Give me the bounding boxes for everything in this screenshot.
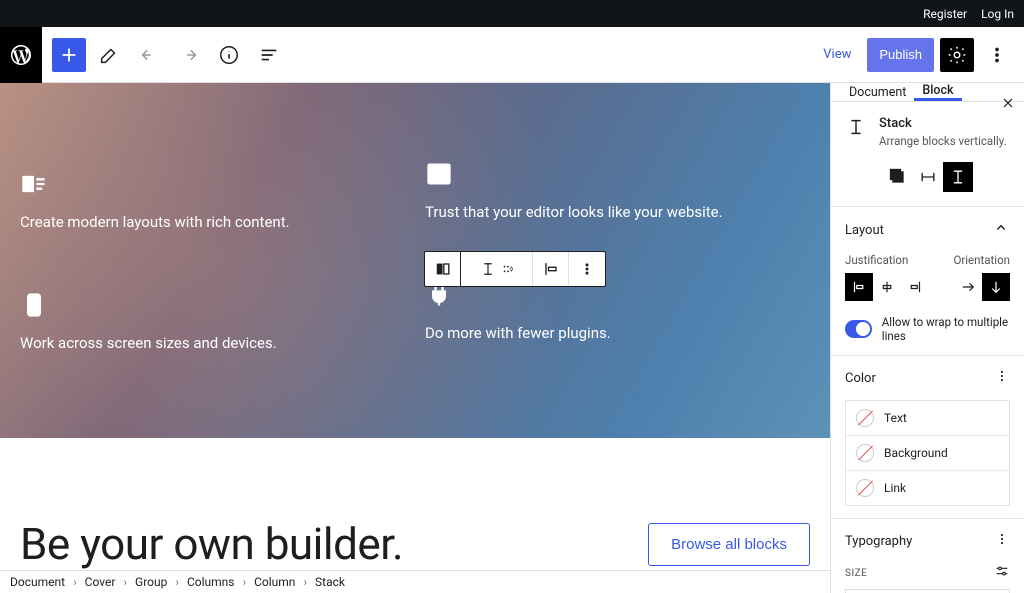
orientation-horizontal-button[interactable] bbox=[954, 273, 982, 301]
block-more-button[interactable] bbox=[569, 252, 605, 286]
settings-button[interactable] bbox=[940, 38, 974, 72]
justify-right-button[interactable] bbox=[901, 273, 929, 301]
color-swatch-icon bbox=[856, 409, 874, 427]
admin-bar: Register Log In bbox=[0, 0, 1024, 27]
typography-panel-header[interactable]: Typography bbox=[845, 531, 1010, 551]
wrap-toggle-label: Allow to wrap to multiple lines bbox=[882, 315, 1010, 343]
breadcrumb-item[interactable]: Column bbox=[254, 575, 295, 589]
typography-panel: Typography SIZE Default bbox=[831, 519, 1024, 593]
image-icon bbox=[425, 160, 453, 188]
block-toolbar bbox=[424, 251, 606, 287]
justification-buttons bbox=[845, 273, 929, 301]
editor-toolbar: View Publish bbox=[0, 27, 1024, 83]
breadcrumb-item[interactable]: Stack bbox=[315, 575, 345, 589]
color-panel-header[interactable]: Color bbox=[845, 368, 1010, 388]
feature-text: Do more with fewer plugins. bbox=[425, 324, 810, 342]
justify-center-button[interactable] bbox=[873, 273, 901, 301]
stack-block-icon bbox=[845, 116, 867, 148]
tab-block[interactable]: Block bbox=[914, 83, 961, 101]
block-title: Stack bbox=[879, 116, 1007, 131]
block-variations bbox=[831, 162, 1024, 207]
color-swatch-icon bbox=[856, 444, 874, 462]
details-button[interactable] bbox=[212, 38, 246, 72]
align-button[interactable] bbox=[533, 252, 569, 286]
justification-label: Justification bbox=[845, 253, 908, 267]
add-block-button[interactable] bbox=[52, 38, 86, 72]
color-background-button[interactable]: Background bbox=[846, 436, 1009, 471]
color-link-button[interactable]: Link bbox=[846, 471, 1009, 505]
feature-card: Trust that your editor looks like your w… bbox=[425, 160, 810, 231]
breadcrumb-item[interactable]: Cover bbox=[85, 575, 116, 589]
block-type-button[interactable] bbox=[425, 252, 461, 286]
undo-button[interactable] bbox=[132, 38, 166, 72]
page-headline: Be your own builder. bbox=[20, 518, 403, 570]
more-options-icon[interactable] bbox=[994, 531, 1010, 551]
list-view-button[interactable] bbox=[252, 38, 286, 72]
close-sidebar-button[interactable] bbox=[1000, 95, 1016, 115]
cover-block[interactable]: Create modern layouts with rich content.… bbox=[0, 83, 830, 438]
font-size-label: SIZE bbox=[845, 568, 867, 579]
orientation-label: Orientation bbox=[953, 253, 1010, 267]
wrap-toggle[interactable] bbox=[845, 320, 872, 338]
color-text-button[interactable]: Text bbox=[846, 401, 1009, 436]
edit-mode-button[interactable] bbox=[92, 38, 126, 72]
layout-variation-button[interactable] bbox=[461, 252, 533, 286]
browse-blocks-button[interactable]: Browse all blocks bbox=[648, 523, 810, 566]
breadcrumb-item[interactable]: Group bbox=[135, 575, 167, 589]
color-panel: Color Text Background Link bbox=[831, 356, 1024, 519]
variation-stack[interactable] bbox=[943, 162, 973, 192]
feature-card: Create modern layouts with rich content. bbox=[20, 170, 405, 231]
block-description: Arrange blocks vertically. bbox=[879, 134, 1007, 148]
block-card: Stack Arrange blocks vertically. bbox=[831, 102, 1024, 162]
more-options-icon[interactable] bbox=[994, 368, 1010, 388]
tab-document[interactable]: Document bbox=[841, 83, 914, 101]
register-link[interactable]: Register bbox=[923, 7, 967, 21]
variation-group[interactable] bbox=[883, 162, 913, 192]
feature-text: Create modern layouts with rich content. bbox=[20, 213, 405, 231]
wordpress-logo[interactable] bbox=[0, 27, 42, 83]
block-breadcrumb: Document› Cover› Group› Columns› Column›… bbox=[0, 570, 830, 593]
media-text-icon bbox=[20, 170, 48, 198]
orientation-vertical-button[interactable] bbox=[982, 273, 1010, 301]
feature-text: Work across screen sizes and devices. bbox=[20, 334, 405, 352]
variation-row[interactable] bbox=[913, 162, 943, 192]
publish-button[interactable]: Publish bbox=[867, 38, 934, 72]
feature-text: Trust that your editor looks like your w… bbox=[425, 203, 810, 221]
breadcrumb-item[interactable]: Document bbox=[10, 575, 65, 589]
settings-sidebar: Document Block Stack Arrange blocks vert… bbox=[830, 83, 1024, 593]
more-options-button[interactable] bbox=[980, 38, 1014, 72]
font-size-select[interactable]: Default bbox=[845, 589, 1010, 593]
settings-icon[interactable] bbox=[994, 563, 1010, 583]
login-link[interactable]: Log In bbox=[981, 7, 1014, 21]
justify-left-button[interactable] bbox=[845, 273, 873, 301]
layout-panel: Layout Justification Orientation bbox=[831, 207, 1024, 356]
color-swatch-icon bbox=[856, 479, 874, 497]
sidebar-tabs: Document Block bbox=[831, 83, 1024, 102]
feature-card: Do more with fewer plugins. bbox=[425, 281, 810, 352]
smartphone-icon bbox=[20, 291, 48, 319]
chevron-up-icon bbox=[992, 219, 1010, 241]
breadcrumb-item[interactable]: Columns bbox=[187, 575, 235, 589]
orientation-buttons bbox=[954, 273, 1010, 301]
layout-panel-toggle[interactable]: Layout bbox=[845, 219, 1010, 241]
feature-card: Work across screen sizes and devices. bbox=[20, 291, 405, 352]
view-link[interactable]: View bbox=[813, 47, 861, 62]
redo-button[interactable] bbox=[172, 38, 206, 72]
